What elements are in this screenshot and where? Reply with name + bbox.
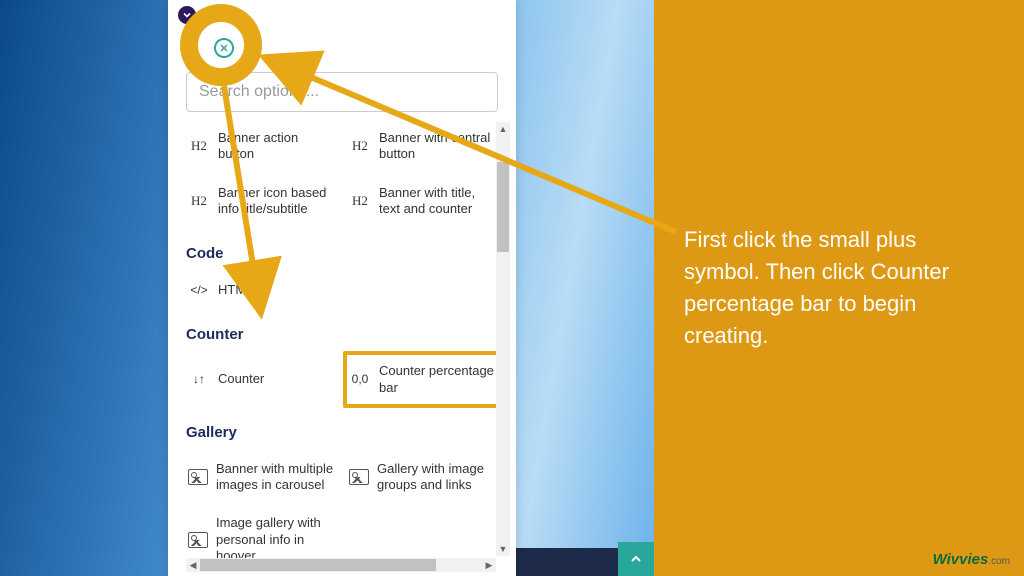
option-counter-percentage-bar[interactable]: 0,0 Counter percentage bar bbox=[343, 351, 502, 408]
scroll-top-button[interactable] bbox=[618, 542, 654, 576]
h2-icon: H2 bbox=[188, 193, 210, 209]
h2-icon: H2 bbox=[188, 138, 210, 154]
annotation-text: First click the small plus symbol. Then … bbox=[684, 224, 994, 352]
scroll-up-icon[interactable]: ▲ bbox=[496, 122, 510, 136]
option-label: Counter percentage bar bbox=[379, 363, 496, 396]
option-label: Gallery with image groups and links bbox=[377, 461, 496, 494]
close-icon[interactable]: ✕ bbox=[214, 38, 234, 58]
horizontal-scrollbar[interactable]: ◀ ▶ bbox=[186, 558, 496, 572]
option-label: Counter bbox=[218, 371, 264, 387]
section-title-gallery: Gallery bbox=[186, 410, 498, 447]
code-icon: </> bbox=[188, 283, 210, 298]
option-label: Banner with title, text and counter bbox=[379, 185, 496, 218]
section-title-counter: Counter bbox=[186, 312, 498, 349]
search-input[interactable] bbox=[186, 72, 498, 112]
option-banner-carousel[interactable]: Banner with multiple images in carousel bbox=[186, 453, 337, 502]
option-label: Image gallery with personal info in hoov… bbox=[216, 515, 335, 564]
h2-icon: H2 bbox=[349, 193, 371, 209]
option-banner-title-text-counter[interactable]: H2 Banner with title, text and counter bbox=[347, 177, 498, 226]
option-banner-central-button[interactable]: H2 Banner with central button bbox=[347, 122, 498, 171]
scrollbar-thumb[interactable] bbox=[200, 559, 436, 571]
vertical-scrollbar[interactable]: ▲ ▼ bbox=[496, 122, 510, 556]
option-gallery-groups-links[interactable]: Gallery with image groups and links bbox=[347, 453, 498, 502]
option-counter[interactable]: ↓↑ Counter bbox=[186, 355, 337, 404]
option-label: Banner icon based info title/subtitle bbox=[218, 185, 335, 218]
decimal-icon: 0,0 bbox=[349, 372, 371, 387]
image-icon bbox=[349, 469, 369, 485]
option-label: Banner action button bbox=[218, 130, 335, 163]
options-scroll-area: H2 Banner action button H2 Banner with c… bbox=[186, 122, 510, 576]
option-label: HTML bbox=[218, 282, 253, 298]
options-panel: H2 Banner action button H2 Banner with c… bbox=[168, 0, 516, 576]
scroll-down-icon[interactable]: ▼ bbox=[496, 542, 510, 556]
scrollbar-thumb[interactable] bbox=[497, 162, 509, 252]
option-banner-icon-info[interactable]: H2 Banner icon based info title/subtitle bbox=[186, 177, 337, 226]
watermark: Wivvies.com bbox=[933, 551, 1010, 568]
chevron-down-icon[interactable] bbox=[178, 6, 196, 24]
option-html[interactable]: </> HTML bbox=[186, 274, 337, 306]
option-banner-action-button[interactable]: H2 Banner action button bbox=[186, 122, 337, 171]
option-label: Banner with multiple images in carousel bbox=[216, 461, 335, 494]
h2-icon: H2 bbox=[349, 138, 371, 154]
image-icon bbox=[188, 532, 208, 548]
watermark-tld: .com bbox=[988, 556, 1010, 567]
watermark-brand: Wivvies bbox=[933, 551, 989, 568]
section-title-code: Code bbox=[186, 231, 498, 268]
sort-icon: ↓↑ bbox=[188, 372, 210, 387]
scroll-left-icon[interactable]: ◀ bbox=[186, 558, 200, 572]
scroll-right-icon[interactable]: ▶ bbox=[482, 558, 496, 572]
option-label: Banner with central button bbox=[379, 130, 496, 163]
image-icon bbox=[188, 469, 208, 485]
